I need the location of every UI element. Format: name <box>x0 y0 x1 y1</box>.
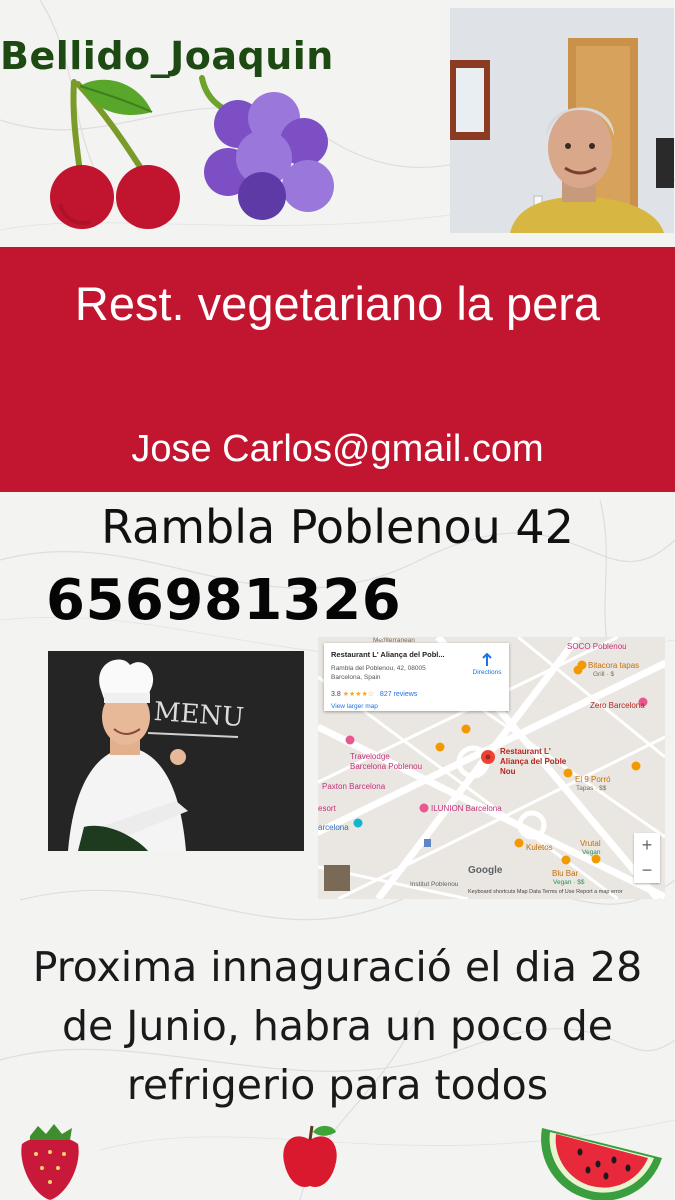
profile-photo <box>450 8 674 233</box>
map-place-kuletos[interactable]: Kuletos <box>526 843 553 852</box>
phone-number: 656981326 <box>46 568 402 633</box>
directions-icon <box>482 652 492 666</box>
map-zoom-controls: + − <box>634 833 660 883</box>
promo-line-1: Proxima innaguració el dia 28 <box>32 943 643 991</box>
map-place-paxton[interactable]: Paxton Barcelona <box>322 782 385 791</box>
map-place-vrutal[interactable]: Vrutal <box>580 839 601 848</box>
map-place-vrutal-sub: Vegan <box>582 849 601 856</box>
street-address: Rambla Poblenou 42 <box>101 500 574 554</box>
place-address: Rambla del Poblenou, 42, 08005 Barcelona… <box>331 665 426 681</box>
place-info-card: Restaurant L' Aliança del Pobl... Rambla… <box>324 643 509 711</box>
map-place-soco[interactable]: SOCO Poblenou <box>567 642 627 651</box>
directions-button[interactable]: Directions <box>469 652 505 676</box>
map-place-barcelona: arcelona <box>318 823 349 832</box>
map-place-ilunion[interactable]: ILUNION Barcelona <box>431 804 502 813</box>
map-place-travelodge[interactable]: Travelodge Barcelona Poblenou <box>350 752 425 772</box>
map-place-bluebar[interactable]: Blu Bar <box>552 869 578 878</box>
google-logo: Google <box>468 865 503 876</box>
strawberry-icon <box>21 1124 79 1200</box>
reviews-link[interactable]: 827 reviews <box>380 691 417 698</box>
google-map[interactable]: Restaurant L' Aliança del Pobl... Rambla… <box>318 637 665 899</box>
map-place-bitacora[interactable]: Bitacora tapas <box>588 661 639 670</box>
promo-line-3: refrigerio para todos <box>126 1061 549 1109</box>
chef-menu-image: MENU <box>48 651 304 851</box>
map-place-bluebar-sub: Vegan · $$ <box>553 879 585 886</box>
directions-label: Directions <box>472 669 502 676</box>
watermelon-icon <box>541 1128 662 1200</box>
place-title[interactable]: Restaurant L' Aliança del Pobl... <box>331 650 456 659</box>
rating-stars: ★★★★☆ <box>342 691 375 698</box>
cherries-icon <box>50 79 180 229</box>
promo-line-2: de Junio, habra un poco de <box>61 1002 614 1050</box>
place-rating: 3.8 ★★★★☆ 827 reviews <box>331 690 417 698</box>
map-place-el9[interactable]: El 9 Porró <box>575 775 611 784</box>
contact-email: Jose Carlos@gmail.com <box>131 428 544 470</box>
restaurant-name: Rest. vegetariano la pera <box>74 277 601 330</box>
map-place-zero[interactable]: Zero Barcelona <box>590 701 645 710</box>
map-place-el9-sub: Tapas · $$ <box>576 785 607 792</box>
map-place-resort: esort <box>318 804 336 813</box>
map-place-restaurant[interactable]: Restaurant L' Aliança del Poble Nou <box>500 747 580 777</box>
view-larger-map-link[interactable]: View larger map <box>331 703 378 710</box>
promo-text: Proxima innaguració el dia 28 de Junio, … <box>0 938 675 1115</box>
zoom-in-button[interactable]: + <box>634 833 660 858</box>
grapes-icon <box>199 75 334 220</box>
menu-board-text: MENU <box>153 697 245 733</box>
map-place-institut[interactable]: Institut Poblenou <box>410 881 458 888</box>
rating-value: 3.8 <box>331 691 341 698</box>
map-place-mediterranean: Mediterranean <box>373 637 415 644</box>
map-place-bitacora-sub: Grill · $ <box>593 671 614 678</box>
zoom-out-button[interactable]: − <box>634 858 660 883</box>
map-footer[interactable]: Keyboard shortcuts Map Data Terms of Use… <box>468 889 623 895</box>
apple-icon <box>283 1125 337 1187</box>
